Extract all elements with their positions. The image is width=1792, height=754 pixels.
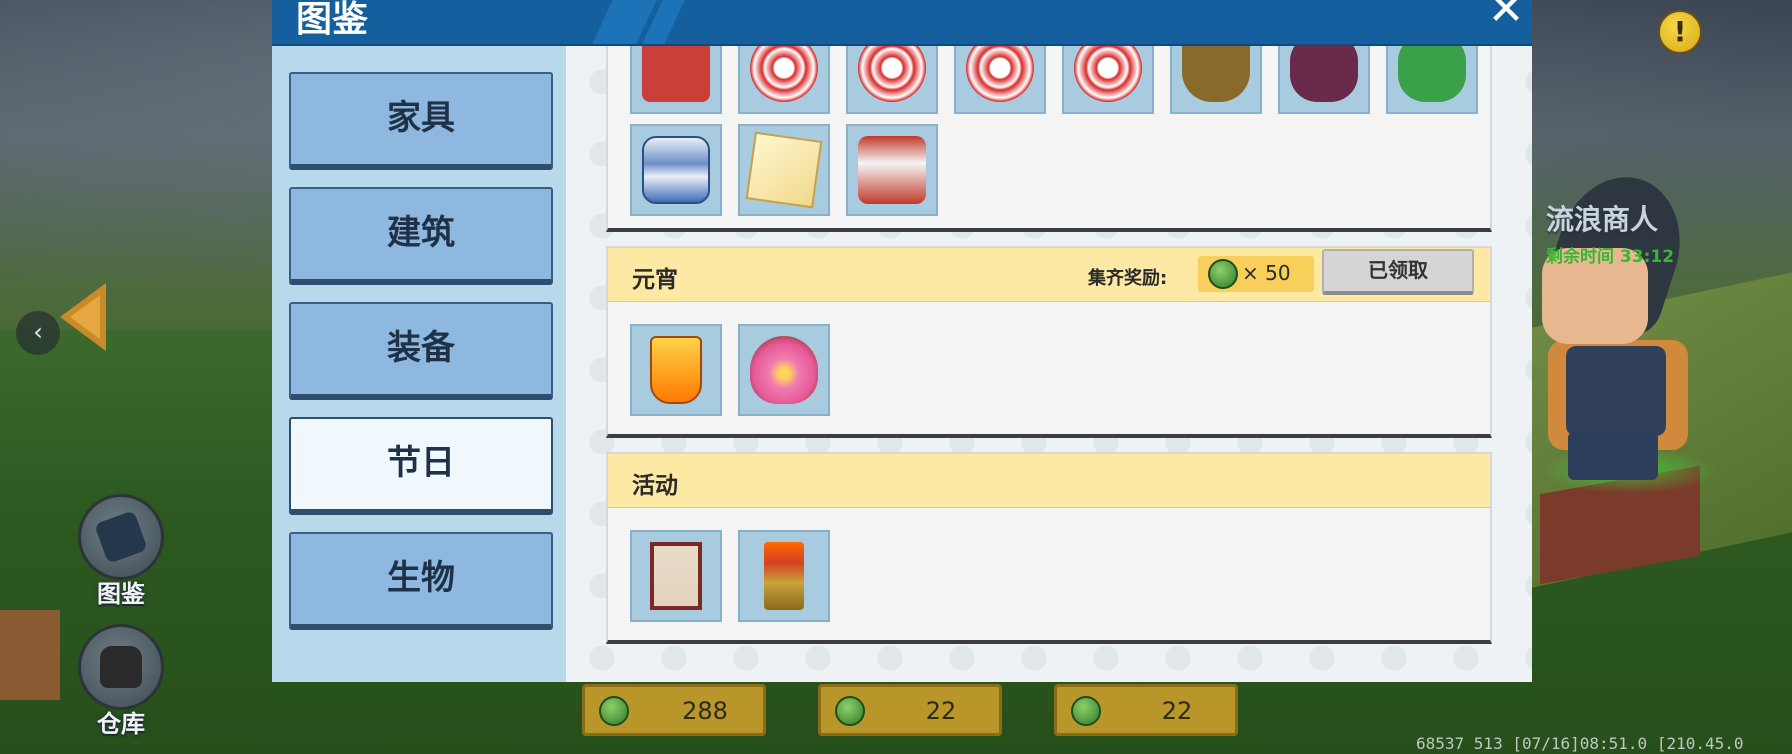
item-lotus-lamp[interactable] xyxy=(738,324,830,416)
section-title: 活动 xyxy=(632,473,678,499)
green-gem-icon xyxy=(1208,259,1238,289)
codex-section-event: 活动 xyxy=(606,452,1492,644)
lantern-cube-icon xyxy=(745,131,823,209)
red-robe-icon xyxy=(858,136,926,204)
item-paper-cut-plate[interactable] xyxy=(846,46,938,114)
npc-timer: 剩余时间 33:12 xyxy=(1546,247,1675,267)
npc-name: 流浪商人 xyxy=(1546,203,1659,236)
purple-cushion-icon xyxy=(1290,46,1358,102)
item-brass-bowl[interactable] xyxy=(1170,46,1262,114)
brass-bowl-icon xyxy=(1182,46,1250,102)
npc-vest xyxy=(1566,346,1666,436)
dirt-block xyxy=(0,610,60,700)
section-header: 元宵 集齐奖励: × 50 已领取 xyxy=(608,248,1490,302)
item-paper-cut-plate[interactable] xyxy=(954,46,1046,114)
reward-amount: × 50 xyxy=(1242,261,1291,285)
item-paper-cut-plate[interactable] xyxy=(1062,46,1154,114)
item-candle-stand[interactable] xyxy=(738,530,830,622)
close-icon[interactable]: ✕ xyxy=(1484,0,1528,32)
green-gem-icon xyxy=(599,696,629,726)
category-building[interactable]: 建筑 xyxy=(289,187,553,285)
green-gem-icon xyxy=(835,696,865,726)
item-sky-lantern[interactable] xyxy=(630,324,722,416)
direction-arrow-highlight xyxy=(70,295,100,339)
paper-cut-plate-icon xyxy=(1074,46,1142,102)
currency-slot: 288 xyxy=(582,684,766,736)
reward-label: 集齐奖励: xyxy=(1088,268,1168,289)
codex-label: 图鉴 xyxy=(97,580,145,608)
category-festival[interactable]: 节日 xyxy=(289,417,553,515)
category-sidebar: 家具 建筑 装备 节日 生物 xyxy=(272,46,566,682)
modal-title: 图鉴 xyxy=(296,0,369,40)
storage-label: 仓库 xyxy=(97,710,145,738)
item-porcelain-jar[interactable] xyxy=(630,124,722,216)
currency-slot: 22 xyxy=(818,684,1002,736)
item-lantern-cube[interactable] xyxy=(738,124,830,216)
chest-icon xyxy=(100,646,142,688)
currency-value: 288 xyxy=(682,697,728,725)
currency-value: 22 xyxy=(1161,697,1193,725)
codex-button[interactable] xyxy=(78,494,164,580)
item-paper-cut-plate[interactable] xyxy=(738,46,830,114)
folding-screen-icon xyxy=(650,542,702,610)
reward-box: × 50 xyxy=(1198,256,1314,292)
category-furniture[interactable]: 家具 xyxy=(289,72,553,170)
paper-cut-plate-icon xyxy=(750,46,818,102)
modal-header: 图鉴 ✕ xyxy=(272,0,1532,46)
claimed-button[interactable]: 已领取 xyxy=(1322,249,1474,295)
item-purple-cushion[interactable] xyxy=(1278,46,1370,114)
codex-modal: 图鉴 ✕ 家具 建筑 装备 节日 生物 元宵 集齐奖励: × 50 已领取 活动 xyxy=(272,0,1532,682)
category-creature[interactable]: 生物 xyxy=(289,532,553,630)
item-folding-screen[interactable] xyxy=(630,530,722,622)
section-header: 活动 xyxy=(608,454,1490,508)
candle-stand-icon xyxy=(764,542,804,610)
storage-button[interactable] xyxy=(78,624,164,710)
codex-content[interactable]: 元宵 集齐奖励: × 50 已领取 活动 xyxy=(566,46,1532,682)
debug-readout: 68537 513 [07/16]08:51.0 [210.45.0 xyxy=(1416,734,1744,753)
paper-cut-plate-icon xyxy=(966,46,1034,102)
item-sack[interactable] xyxy=(630,46,722,114)
green-gem-icon xyxy=(1071,696,1101,726)
sky-lantern-icon xyxy=(650,336,702,404)
back-arrow-icon[interactable]: ‹ xyxy=(16,311,60,355)
green-cushion-icon xyxy=(1398,46,1466,102)
item-red-robe[interactable] xyxy=(846,124,938,216)
paper-cut-plate-icon xyxy=(858,46,926,102)
alert-icon[interactable]: ! xyxy=(1658,10,1702,54)
section-title: 元宵 xyxy=(632,267,678,293)
item-green-cushion[interactable] xyxy=(1386,46,1478,114)
npc-legs xyxy=(1568,432,1658,480)
porcelain-jar-icon xyxy=(642,136,710,204)
currency-value: 22 xyxy=(925,697,957,725)
codex-section xyxy=(606,46,1492,232)
category-equipment[interactable]: 装备 xyxy=(289,302,553,400)
currency-slot: 22 xyxy=(1054,684,1238,736)
lotus-lamp-icon xyxy=(750,336,818,404)
codex-section-lantern-festival: 元宵 集齐奖励: × 50 已领取 xyxy=(606,246,1492,438)
sack-icon xyxy=(642,46,710,102)
book-icon xyxy=(94,510,148,564)
